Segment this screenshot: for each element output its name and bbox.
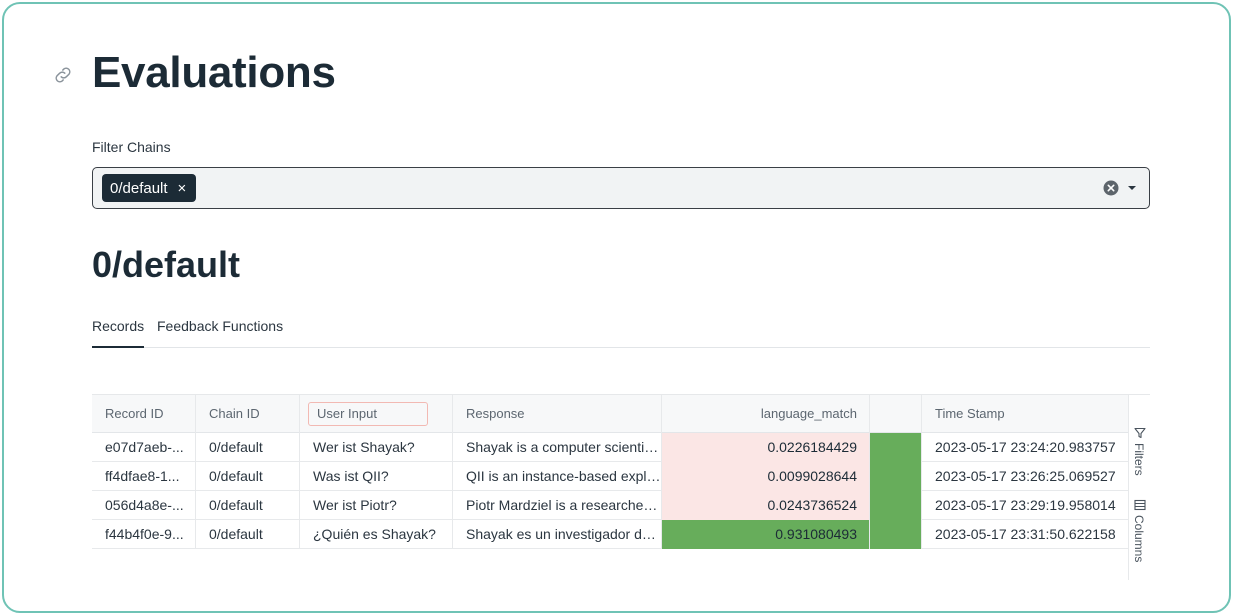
user-input-cell[interactable]: ¿Quién es Shayak?: [300, 520, 453, 549]
record-id-cell[interactable]: ff4dfae8-1...: [92, 462, 196, 491]
chip-label: 0/default: [110, 179, 168, 197]
language-match-cell[interactable]: 0.0099028644: [662, 462, 870, 491]
language-match-cell[interactable]: 0.0243736524: [662, 491, 870, 520]
col-header-user-input[interactable]: User Input: [300, 395, 453, 433]
time-stamp-cell[interactable]: 2023-05-17 23:31:50.622158: [922, 520, 1128, 549]
time-stamp-cell[interactable]: 2023-05-17 23:26:25.069527: [922, 462, 1128, 491]
tab-bar: Records Feedback Functions: [92, 316, 1150, 348]
selected-chain-chip: 0/default ×: [102, 174, 197, 202]
columns-label: Columns: [1132, 515, 1146, 563]
link-icon[interactable]: [52, 64, 74, 86]
col-header-chain-id[interactable]: Chain ID: [196, 395, 300, 433]
col-header-time-stamp[interactable]: Time Stamp: [922, 395, 1128, 433]
tab-feedback-functions[interactable]: Feedback Functions: [157, 318, 283, 334]
col-header-record-id[interactable]: Record ID: [92, 395, 196, 433]
col-header-response[interactable]: Response: [453, 395, 662, 433]
chevron-down-icon[interactable]: [1127, 183, 1137, 193]
chain-id-cell[interactable]: 0/default: [196, 462, 300, 491]
chain-id-cell[interactable]: 0/default: [196, 433, 300, 462]
tab-records[interactable]: Records: [92, 318, 145, 348]
app-frame: Evaluations Filter Chains 0/default × 0/…: [2, 2, 1231, 613]
table-header: Record ID Chain ID User Input Response l…: [92, 395, 1128, 433]
columns-icon: [1134, 499, 1146, 511]
record-id-cell[interactable]: f44b4f0e-9...: [92, 520, 196, 549]
language-match-cell[interactable]: 0.931080493: [662, 520, 870, 549]
record-id-cell[interactable]: e07d7aeb-...: [92, 433, 196, 462]
user-input-cell[interactable]: Wer ist Piotr?: [300, 491, 453, 520]
page-title: Evaluations: [92, 48, 336, 97]
grid-side-rail: Filters Columns: [1128, 395, 1150, 580]
response-cell[interactable]: QII is an instance-based expl…: [453, 462, 662, 491]
record-id-cell[interactable]: 056d4a8e-...: [92, 491, 196, 520]
table-row[interactable]: 056d4a8e-... 0/default Wer ist Piotr? Piotr…: [92, 491, 1128, 520]
filter-icon: [1134, 427, 1146, 439]
chain-id-cell[interactable]: 0/default: [196, 491, 300, 520]
response-cell[interactable]: Shayak is a computer scienti…: [453, 433, 662, 462]
col-header-language-match[interactable]: language_match: [662, 395, 870, 433]
table-row[interactable]: e07d7aeb-... 0/default Wer ist Shayak? Shay…: [92, 433, 1128, 462]
score-bar-cell[interactable]: [870, 520, 922, 549]
table-row[interactable]: f44b4f0e-9... 0/default ¿Quién es Shayak? S…: [92, 520, 1128, 549]
language-match-cell[interactable]: 0.0226184429: [662, 433, 870, 462]
score-bar-cell[interactable]: [870, 433, 922, 462]
col-header-user-input-label: User Input: [308, 402, 428, 426]
filters-label: Filters: [1132, 443, 1146, 476]
user-input-cell[interactable]: Wer ist Shayak?: [300, 433, 453, 462]
response-cell[interactable]: Shayak es un investigador d…: [453, 520, 662, 549]
score-bar-cell[interactable]: [870, 491, 922, 520]
time-stamp-cell[interactable]: 2023-05-17 23:29:19.958014: [922, 491, 1128, 520]
table-row[interactable]: ff4dfae8-1... 0/default Was ist QII? QII is…: [92, 462, 1128, 491]
clear-all-icon[interactable]: [1103, 180, 1119, 196]
chip-remove-icon[interactable]: ×: [178, 180, 187, 197]
section-title: 0/default: [92, 244, 241, 285]
user-input-cell[interactable]: Was ist QII?: [300, 462, 453, 491]
filter-chains-select[interactable]: 0/default ×: [92, 167, 1150, 209]
filter-chains-label: Filter Chains: [92, 139, 171, 155]
score-bar-cell[interactable]: [870, 462, 922, 491]
response-cell[interactable]: Piotr Mardziel is a researche…: [453, 491, 662, 520]
chain-id-cell[interactable]: 0/default: [196, 520, 300, 549]
records-table: Record ID Chain ID User Input Response l…: [92, 394, 1150, 580]
col-header-score-bar[interactable]: [870, 395, 922, 433]
time-stamp-cell[interactable]: 2023-05-17 23:24:20.983757: [922, 433, 1128, 462]
